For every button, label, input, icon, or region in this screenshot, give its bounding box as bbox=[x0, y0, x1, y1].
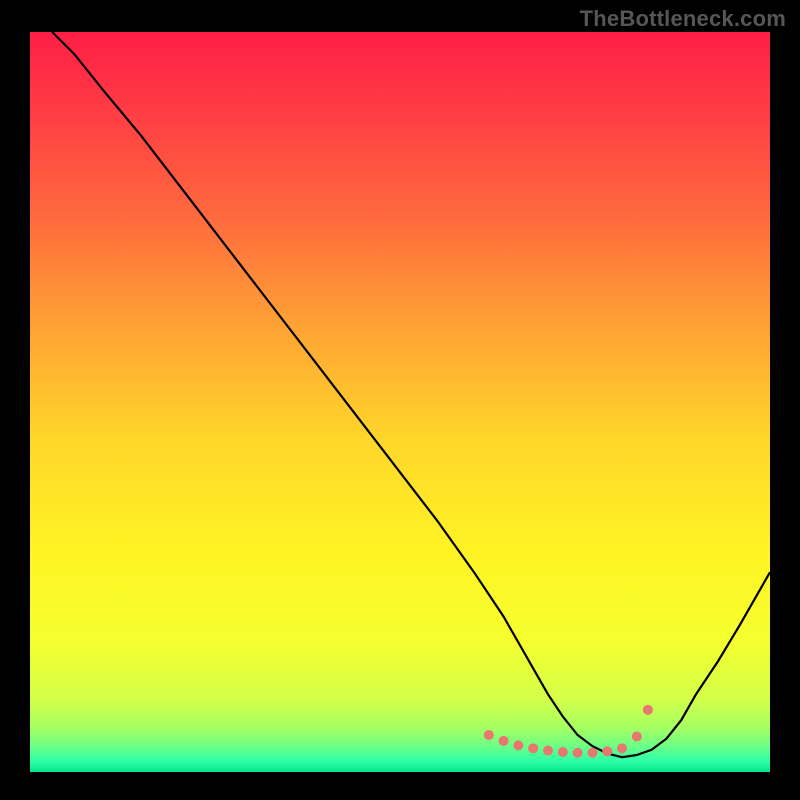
marker-dot bbox=[617, 743, 627, 753]
plot-area bbox=[30, 32, 770, 772]
marker-dot bbox=[528, 743, 538, 753]
marker-dot bbox=[643, 705, 653, 715]
chart-frame: TheBottleneck.com bbox=[0, 0, 800, 800]
marker-dot bbox=[573, 748, 583, 758]
gradient-background bbox=[30, 32, 770, 772]
marker-dot bbox=[558, 747, 568, 757]
marker-dot bbox=[543, 746, 553, 756]
marker-dot bbox=[602, 746, 612, 756]
chart-svg bbox=[30, 32, 770, 772]
watermark-text: TheBottleneck.com bbox=[580, 6, 786, 32]
marker-dot bbox=[499, 736, 509, 746]
marker-dot bbox=[587, 748, 597, 758]
marker-dot bbox=[632, 731, 642, 741]
marker-dot bbox=[513, 740, 523, 750]
marker-dot bbox=[484, 730, 494, 740]
